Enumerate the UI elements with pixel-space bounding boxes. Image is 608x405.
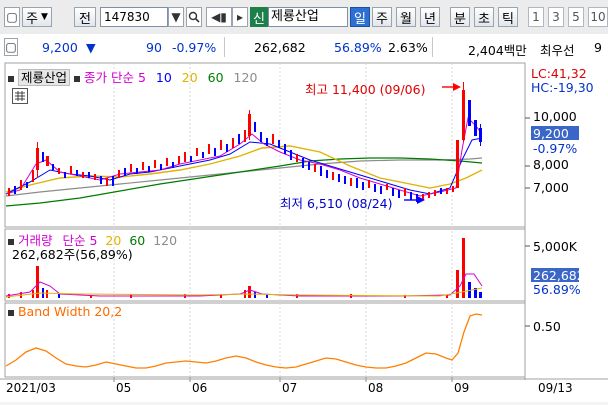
tab-daily[interactable]: 일 bbox=[350, 7, 370, 27]
tab-weekly-label: 주 bbox=[376, 11, 388, 27]
period-10[interactable]: 10 bbox=[588, 7, 608, 27]
volume-value-line: 262,682주(56,89%) bbox=[12, 247, 133, 262]
period-3[interactable]: 3 bbox=[548, 7, 564, 27]
legend-ma120: 120 bbox=[233, 70, 258, 85]
market-dropdown-label: 주 bbox=[26, 11, 39, 27]
x-label-09: 09 bbox=[454, 381, 470, 395]
current-price-label: 9,200 bbox=[533, 126, 569, 141]
trade-amount: 2,404백만 bbox=[468, 43, 527, 58]
down-arrow-icon: ▼ bbox=[86, 40, 96, 55]
divider bbox=[432, 37, 433, 57]
tab-monthly[interactable]: 월 bbox=[396, 7, 416, 27]
x-label-08: 08 bbox=[368, 381, 384, 395]
tab-second[interactable]: 초 bbox=[474, 7, 494, 27]
tab-daily-label: 일 bbox=[354, 11, 366, 27]
x-label-07: 07 bbox=[282, 381, 298, 395]
chevron-down-icon: ▼ bbox=[41, 12, 48, 22]
price-change: 90 bbox=[146, 40, 162, 55]
tab-weekly[interactable]: 주 bbox=[372, 7, 392, 27]
tab-yearly[interactable]: 년 bbox=[420, 7, 440, 27]
new-tag-label: 신 bbox=[253, 11, 265, 27]
table-grid-icon[interactable] bbox=[12, 88, 28, 104]
chart-area[interactable]: 제룡산업 종가 단순 5 10 20 60 120 최고 11,400 (09/… bbox=[0, 60, 608, 402]
bw-y-tick: 0.50 bbox=[533, 319, 561, 334]
x-label-current-date: 09/13 bbox=[538, 381, 573, 395]
volume-ma120: 120 bbox=[153, 233, 178, 248]
volume-y-tick: 5,000K bbox=[533, 239, 577, 254]
lc-label: LC:41,32 bbox=[531, 66, 587, 81]
current-price: 9,200 bbox=[42, 40, 78, 55]
low-annotation: 최저 6,510 (08/24) bbox=[280, 196, 393, 211]
high-annotation: 최고 11,400 (09/06) bbox=[305, 82, 426, 97]
code-dropdown-icon[interactable]: ▼ bbox=[168, 7, 184, 27]
new-tag: 신 bbox=[250, 7, 268, 27]
period-1-label: 1 bbox=[532, 10, 540, 24]
x-label-2021-03: 2021/03 bbox=[6, 381, 56, 395]
period-3-label: 3 bbox=[552, 10, 560, 24]
tab-yearly-label: 년 bbox=[424, 11, 436, 27]
y-tick-7000: 7,000 bbox=[533, 180, 569, 195]
search-icon[interactable] bbox=[186, 7, 202, 27]
x-label-06: 06 bbox=[192, 381, 208, 395]
period-10-label: 10 bbox=[590, 10, 606, 24]
quote-tail: 9 bbox=[594, 40, 602, 55]
period-1[interactable]: 1 bbox=[528, 7, 544, 27]
legend-ma60: 60 bbox=[207, 70, 224, 85]
legend-ma20: 20 bbox=[181, 70, 198, 85]
price-change-pct: -0.97% bbox=[172, 40, 217, 55]
stock-name-value: 제룡산업 bbox=[271, 9, 319, 24]
tab-tick[interactable]: 틱 bbox=[498, 7, 518, 27]
legend-ma-label: 종가 단순 bbox=[83, 70, 134, 85]
volume-value: 262,682 bbox=[254, 40, 306, 55]
market-dropdown[interactable]: 주 ▼ bbox=[22, 7, 52, 27]
legend-ma10: 10 bbox=[155, 70, 172, 85]
legend-stock-name[interactable]: 제룡산업 bbox=[17, 69, 70, 86]
toolbar: ▢ 주 ▼ 전 147830 ▼ ◀▮ ▸ 신 제룡산업 일 주 월 년 분 초… bbox=[0, 0, 608, 35]
quote-toggle-icon[interactable]: ▢ bbox=[4, 38, 18, 56]
tab-minute[interactable]: 분 bbox=[450, 7, 470, 27]
bw-legend: Band Width 20,2 bbox=[8, 304, 122, 319]
legend-square-icon bbox=[8, 309, 14, 316]
x-label-05: 05 bbox=[116, 381, 132, 395]
sound-icon[interactable]: ◀▮ bbox=[206, 7, 232, 27]
stock-code-input[interactable]: 147830 bbox=[100, 7, 168, 27]
legend-square-icon bbox=[8, 75, 14, 82]
legend-ma5: 5 bbox=[137, 70, 146, 85]
bw-label: Band Width 20,2 bbox=[17, 304, 123, 319]
tab-tick-label: 틱 bbox=[502, 11, 514, 27]
window-menu-icon[interactable]: ▢ bbox=[4, 7, 20, 27]
turnover-rate: 2.63% bbox=[388, 40, 428, 55]
y-tick-8000: 8,000 bbox=[533, 157, 569, 172]
type-label: 전 bbox=[79, 11, 91, 27]
best-quote-label: 최우선 bbox=[540, 43, 575, 58]
current-pct-label: -0.97% bbox=[533, 141, 578, 156]
tab-second-label: 초 bbox=[478, 11, 490, 27]
hc-label: HC:-19,30 bbox=[531, 80, 594, 95]
tab-minute-label: 분 bbox=[454, 11, 466, 27]
current-volume-label: 262,682 bbox=[533, 268, 585, 283]
legend-square-icon bbox=[73, 75, 80, 82]
price-legend: 제룡산업 종가 단순 5 10 20 60 120 bbox=[8, 67, 257, 86]
price-y-ticks bbox=[525, 117, 530, 189]
current-volume-pct: 56.89% bbox=[533, 282, 581, 297]
stepper-icon[interactable]: ▸ bbox=[232, 7, 248, 27]
period-5-label: 5 bbox=[572, 10, 580, 24]
stock-code-value: 147830 bbox=[104, 10, 150, 24]
type-button[interactable]: 전 bbox=[74, 7, 96, 27]
divider bbox=[224, 37, 225, 57]
period-5[interactable]: 5 bbox=[568, 7, 584, 27]
stock-name-field[interactable]: 제룡산업 bbox=[268, 7, 348, 27]
volume-ratio: 56.89% bbox=[334, 40, 382, 55]
tab-monthly-label: 월 bbox=[400, 11, 412, 27]
y-tick-10000: 10,000 bbox=[533, 109, 577, 124]
